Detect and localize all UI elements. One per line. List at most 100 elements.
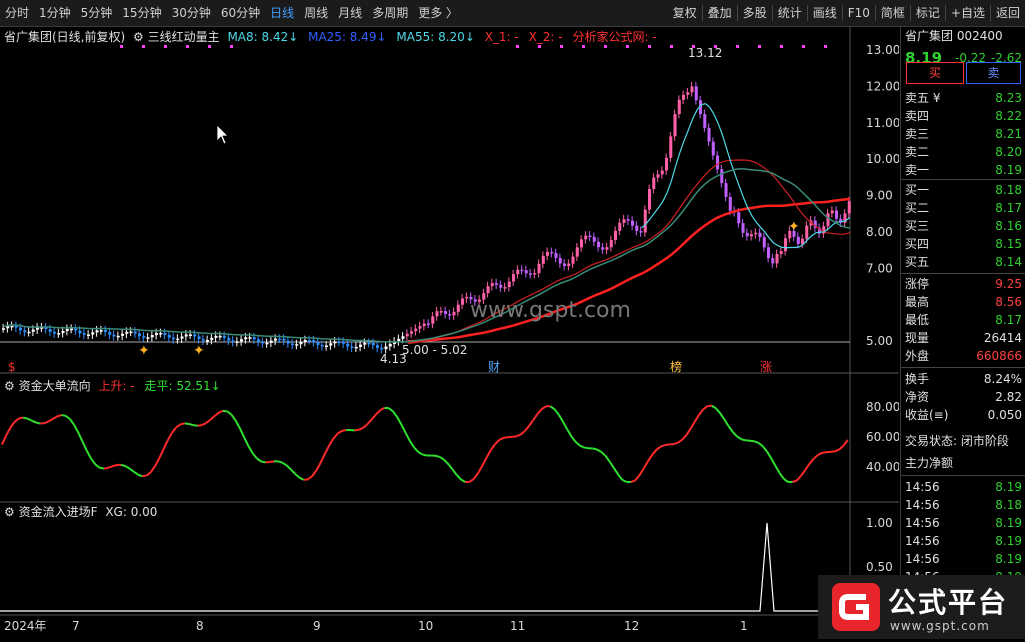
flow-segment	[754, 441, 758, 443]
candle-body	[53, 332, 56, 334]
period-tab[interactable]: 更多 〉	[413, 0, 463, 26]
tick-price: 8.18	[995, 496, 1022, 514]
y-axis-label: 10.00	[866, 152, 899, 166]
flow-segment	[198, 425, 202, 426]
toolbar-tool-button[interactable]: 画线	[808, 0, 842, 26]
candle-body	[448, 314, 451, 316]
indicator-gear-icon[interactable]: ⚙	[133, 30, 144, 44]
sub1-gear-icon[interactable]: ⚙	[4, 379, 15, 393]
indicator-name[interactable]: 三线红动量主	[148, 30, 220, 44]
toolbar-tool-button[interactable]: 叠加	[703, 0, 737, 26]
flow-segment	[334, 434, 338, 439]
period-tab[interactable]: 1分钟	[34, 0, 76, 26]
y-axis-label: 0.50	[866, 560, 893, 574]
candle-body	[750, 234, 753, 236]
flow-segment	[219, 411, 223, 413]
toolbar-tool-button[interactable]: 复权	[668, 0, 702, 26]
sub1-title[interactable]: 资金大单流向	[19, 379, 91, 393]
flow-segment	[176, 424, 180, 427]
toolbar-tool-button[interactable]: 多股	[738, 0, 772, 26]
row-value: 0.050	[988, 406, 1022, 424]
flow-segment	[283, 463, 287, 466]
candle-body	[444, 311, 447, 314]
stat2-row: 净资2.82	[905, 388, 1022, 406]
flow-segment	[742, 439, 746, 440]
flow-segment	[32, 421, 36, 423]
net-inflow-title[interactable]: 主力净额	[905, 454, 1022, 472]
toolbar-tool-button[interactable]: F10	[843, 0, 875, 26]
signal-marker	[186, 45, 189, 48]
kline-chart-svg[interactable]: 13.0012.0011.0010.009.008.007.005.0080.0…	[0, 27, 899, 639]
flow-segment	[121, 465, 125, 466]
flow-segment	[91, 459, 95, 465]
flow-segment	[278, 461, 282, 462]
flow-segment	[372, 414, 376, 419]
flow-segment	[15, 418, 19, 421]
flow-segment	[257, 459, 261, 462]
flow-segment	[614, 468, 618, 475]
ma55-value: MA55: 8.20↓	[396, 30, 474, 44]
brand-badge: 公式平台 www.gspt.com	[818, 575, 1025, 639]
xg-signal-line	[0, 523, 850, 611]
y-axis-label: 1.00	[866, 516, 893, 530]
candle-body	[278, 339, 281, 341]
candle-body	[338, 341, 341, 343]
flow-segment	[108, 466, 112, 468]
flow-segment	[712, 406, 716, 409]
flow-segment	[737, 437, 741, 440]
flow-segment	[359, 428, 363, 430]
sell-button[interactable]: 卖	[966, 62, 1021, 84]
toolbar-tool-button[interactable]: +自选	[946, 0, 990, 26]
period-tab[interactable]: 日线	[265, 0, 299, 26]
candle-body	[419, 326, 422, 329]
period-tab[interactable]: 月线	[333, 0, 367, 26]
sub2-title[interactable]: 资金流入进场F	[19, 505, 98, 519]
flow-segment	[750, 441, 754, 442]
toolbar-tool-button[interactable]: 简框	[876, 0, 910, 26]
flow-segment	[11, 422, 15, 428]
formula-note: 分析家公式网: -	[572, 30, 656, 44]
candle-body	[185, 335, 188, 337]
period-tab[interactable]: 多周期	[367, 0, 413, 26]
row-value: 9.25	[995, 275, 1022, 293]
candle-body	[708, 128, 711, 142]
candle-body	[134, 332, 137, 334]
period-tab[interactable]: 周线	[299, 0, 333, 26]
flow-segment	[342, 430, 346, 431]
candle-body	[312, 340, 315, 342]
ask-row: 卖一8.19	[905, 161, 1022, 179]
candle-body	[232, 341, 235, 343]
period-tab[interactable]: 分时	[0, 0, 34, 26]
stat2-row: 收益(≡)0.050	[905, 406, 1022, 424]
candle-body	[831, 211, 834, 214]
candle-body	[91, 332, 94, 334]
flow-segment	[53, 416, 57, 418]
period-tab[interactable]: 60分钟	[216, 0, 265, 26]
sub2-gear-icon[interactable]: ⚙	[4, 505, 15, 519]
flow-segment	[223, 411, 227, 412]
toolbar-tool-button[interactable]: 返回	[991, 0, 1025, 26]
candle-body	[618, 223, 621, 231]
row-value: 8.14	[995, 253, 1022, 271]
flow-segment	[113, 465, 117, 466]
period-tab[interactable]: 15分钟	[117, 0, 166, 26]
candle-body	[784, 238, 787, 251]
x-axis-label: 1	[740, 619, 748, 633]
buy-button[interactable]: 买	[906, 62, 964, 84]
flow-segment	[325, 445, 329, 453]
sub1-up: 上升: -	[98, 379, 134, 393]
candle-body	[210, 338, 213, 340]
candle-body	[525, 270, 528, 273]
divider	[901, 367, 1025, 368]
toolbar-tool-button[interactable]: 标记	[911, 0, 945, 26]
flow-segment	[623, 480, 627, 482]
bid-row: 买三8.16	[905, 217, 1022, 235]
event-marker: 财	[488, 360, 500, 374]
sub1-info-line: ⚙ 资金大单流向 上升: - 走平: 52.51↓	[4, 377, 221, 394]
toolbar-tool-button[interactable]: 统计	[773, 0, 807, 26]
flow-segment	[380, 408, 384, 410]
candle-body	[542, 256, 545, 264]
flow-segment	[227, 411, 231, 414]
period-tab[interactable]: 30分钟	[167, 0, 216, 26]
period-tab[interactable]: 5分钟	[76, 0, 118, 26]
